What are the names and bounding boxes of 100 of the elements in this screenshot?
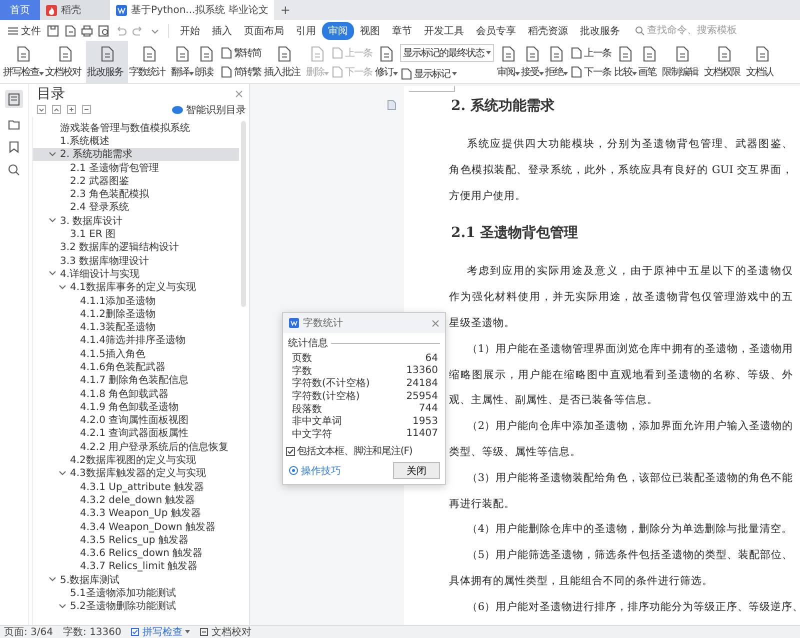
stat-label: 字符数(计空格): [292, 390, 360, 404]
menu-tab[interactable]: 视图: [354, 22, 386, 40]
outline-item[interactable]: 5.1圣遗物添加功能测试: [33, 586, 239, 600]
outline-item[interactable]: 4.详细设计与实现: [33, 267, 239, 281]
stat-value: 11407: [406, 428, 438, 440]
outline-item[interactable]: 3.1 ER 图: [33, 227, 239, 241]
outline-item[interactable]: 4.3.4 Weapon_Down 触发器: [33, 520, 239, 534]
window-tab[interactable]: 稻壳: [40, 0, 110, 20]
outline-item[interactable]: 2.1 圣遗物背包管理: [33, 160, 239, 174]
proofread-button[interactable]: 文档校对: [200, 625, 252, 638]
outline-icon[interactable]: [5, 90, 23, 108]
outline-item[interactable]: 4.1.6角色装配武器: [33, 360, 239, 374]
save-icon[interactable]: [46, 24, 60, 38]
close-button[interactable]: 关闭: [393, 462, 440, 480]
print-icon[interactable]: [80, 24, 94, 38]
outline-item[interactable]: 2.3 角色装配模拟: [33, 187, 239, 201]
tips-link[interactable]: 操作技巧: [289, 464, 341, 478]
ribbon-button[interactable]: 文档权限: [703, 41, 745, 83]
ribbon-button[interactable]: 修订: [374, 41, 398, 83]
menu-tab[interactable]: 会员专享: [470, 22, 522, 40]
add-icon[interactable]: [67, 105, 76, 114]
ribbon-button[interactable]: 插入批注: [263, 41, 305, 83]
spell-check-toggle[interactable]: 拼写检查: [131, 625, 190, 638]
expand-icon[interactable]: [52, 105, 61, 114]
ribbon-button[interactable]: 审阅: [496, 41, 520, 83]
menu-tab[interactable]: 开发工具: [418, 22, 470, 40]
ribbon-button[interactable]: 简转繁: [220, 64, 261, 78]
outline-item[interactable]: 4.2数据库视图的定义与实现: [33, 453, 239, 467]
menu-tab[interactable]: 稻壳资源: [522, 22, 574, 40]
outline-item[interactable]: 4.2.0 查询属性面板视图: [33, 414, 239, 427]
stat-value: 744: [418, 403, 438, 414]
checkbox[interactable]: [286, 446, 295, 456]
outline-item[interactable]: 4.2.1 查询武器面板属性: [33, 426, 239, 440]
scrollbar[interactable]: [241, 121, 246, 307]
ribbon-button[interactable]: 上一条: [570, 46, 611, 60]
outline-item[interactable]: 4.3.5 Relics_up 触发器: [33, 533, 239, 546]
outline-item[interactable]: 4.1.9 角色卸载圣遗物: [33, 400, 239, 414]
writer-icon: [289, 318, 299, 328]
outline-item[interactable]: 4.1数据库事务的定义与实现: [33, 280, 239, 294]
preview-icon[interactable]: [97, 24, 111, 38]
outline-item[interactable]: 4.3.3 Weapon_Up 触发器: [33, 506, 239, 520]
menu-tab[interactable]: 审阅: [322, 22, 354, 40]
ribbon-button[interactable]: 下一条: [570, 64, 611, 78]
close-icon[interactable]: [235, 90, 243, 98]
outline-item[interactable]: 3. 数据库设计: [33, 214, 239, 228]
outline-item[interactable]: 5.2圣遗物删除功能测试: [33, 600, 239, 613]
file-menu-button[interactable]: 文件: [8, 24, 41, 38]
search-icon[interactable]: [7, 163, 21, 177]
ribbon-button[interactable]: 文档认: [745, 41, 778, 83]
outline-item[interactable]: 4.3.6 Relics_down 触发器: [33, 546, 239, 560]
menu-tab[interactable]: 章节: [386, 22, 418, 40]
ribbon-button[interactable]: 比较: [613, 41, 637, 83]
collapse-icon[interactable]: [37, 105, 46, 114]
new-tab-button[interactable]: +: [274, 0, 296, 20]
window-tab[interactable]: 基于Python...拟系统 毕业论文: [110, 0, 274, 20]
outline-item[interactable]: 1.系统概述: [33, 134, 239, 148]
stat-label: 段落数: [292, 402, 322, 416]
menu-tab[interactable]: 页面布局: [238, 22, 290, 40]
close-icon[interactable]: [432, 320, 439, 326]
outline-item[interactable]: 游戏装备管理与数值模拟系统: [33, 121, 239, 134]
outline-item[interactable]: 4.1.5插入角色: [33, 347, 239, 360]
outline-item[interactable]: 2. 系统功能需求: [33, 148, 239, 161]
ribbon-button[interactable]: 显示标记: [400, 66, 494, 80]
outline-item[interactable]: 4.1.4筛选并排序圣遗物: [33, 334, 239, 348]
menu-tab[interactable]: 批改服务: [574, 22, 626, 40]
menu-tab[interactable]: 插入: [206, 22, 238, 40]
outline-item[interactable]: 4.1.7 删除角色装配信息: [33, 374, 239, 387]
outline-item[interactable]: 4.1.3装配圣遗物: [33, 320, 239, 334]
ribbon-button[interactable]: 拒绝: [544, 41, 568, 83]
ribbon-button[interactable]: 朗读: [194, 41, 218, 83]
markup-dropdown[interactable]: 显示标记的最终状态: [400, 44, 494, 62]
ribbon-button[interactable]: 字数统计: [128, 41, 170, 83]
ribbon-button[interactable]: 繁转简: [220, 46, 261, 60]
menu-tab[interactable]: 引用: [290, 22, 322, 40]
ribbon-button[interactable]: 翻译: [170, 41, 194, 83]
bookmark-icon[interactable]: [7, 140, 21, 154]
outline-item[interactable]: 4.1.1添加圣遗物: [33, 294, 239, 308]
outline-item[interactable]: 4.1.2删除圣遗物: [33, 307, 239, 320]
outline-item[interactable]: 3.2 数据库的逻辑结构设计: [33, 240, 239, 254]
menu-tab[interactable]: 开始: [174, 22, 206, 40]
ribbon-button[interactable]: 文档校对: [44, 41, 86, 83]
ribbon-button[interactable]: 限制编辑: [661, 41, 703, 83]
outline-item[interactable]: 3.3 数据库物理设计: [33, 254, 239, 268]
outline-item[interactable]: 4.3.1 Up_attribute 触发器: [33, 480, 239, 494]
outline-item[interactable]: 4.3数据库触发器的定义与实现: [33, 466, 239, 480]
outline-item[interactable]: 2.4 登录系统: [33, 200, 239, 214]
outline-item[interactable]: 4.3.7 Relics_limit 触发器: [33, 560, 239, 574]
ribbon-button[interactable]: 接受: [520, 41, 544, 83]
remove-icon[interactable]: [82, 105, 91, 114]
ribbon-button[interactable]: 画笔: [637, 41, 661, 83]
outline-item[interactable]: 4.3.2 dele_down 触发器: [33, 493, 239, 507]
outline-item[interactable]: 5.数据库测试: [33, 573, 239, 586]
outline-item[interactable]: 4.2.2 用户登录系统后的信息恢复: [33, 440, 239, 454]
outline-item[interactable]: 2.2 武器图鉴: [33, 174, 239, 188]
window-tab[interactable]: 首页: [0, 0, 40, 20]
ribbon-button[interactable]: 批改服务: [86, 41, 128, 83]
ribbon-button[interactable]: 拼写检查: [2, 41, 44, 83]
outline-item[interactable]: 4.1.8 角色卸载武器: [33, 386, 239, 400]
smart-toc-button[interactable]: 智能识别目录: [172, 102, 246, 116]
search-field[interactable]: 查找命令、搜索模板: [635, 25, 747, 36]
